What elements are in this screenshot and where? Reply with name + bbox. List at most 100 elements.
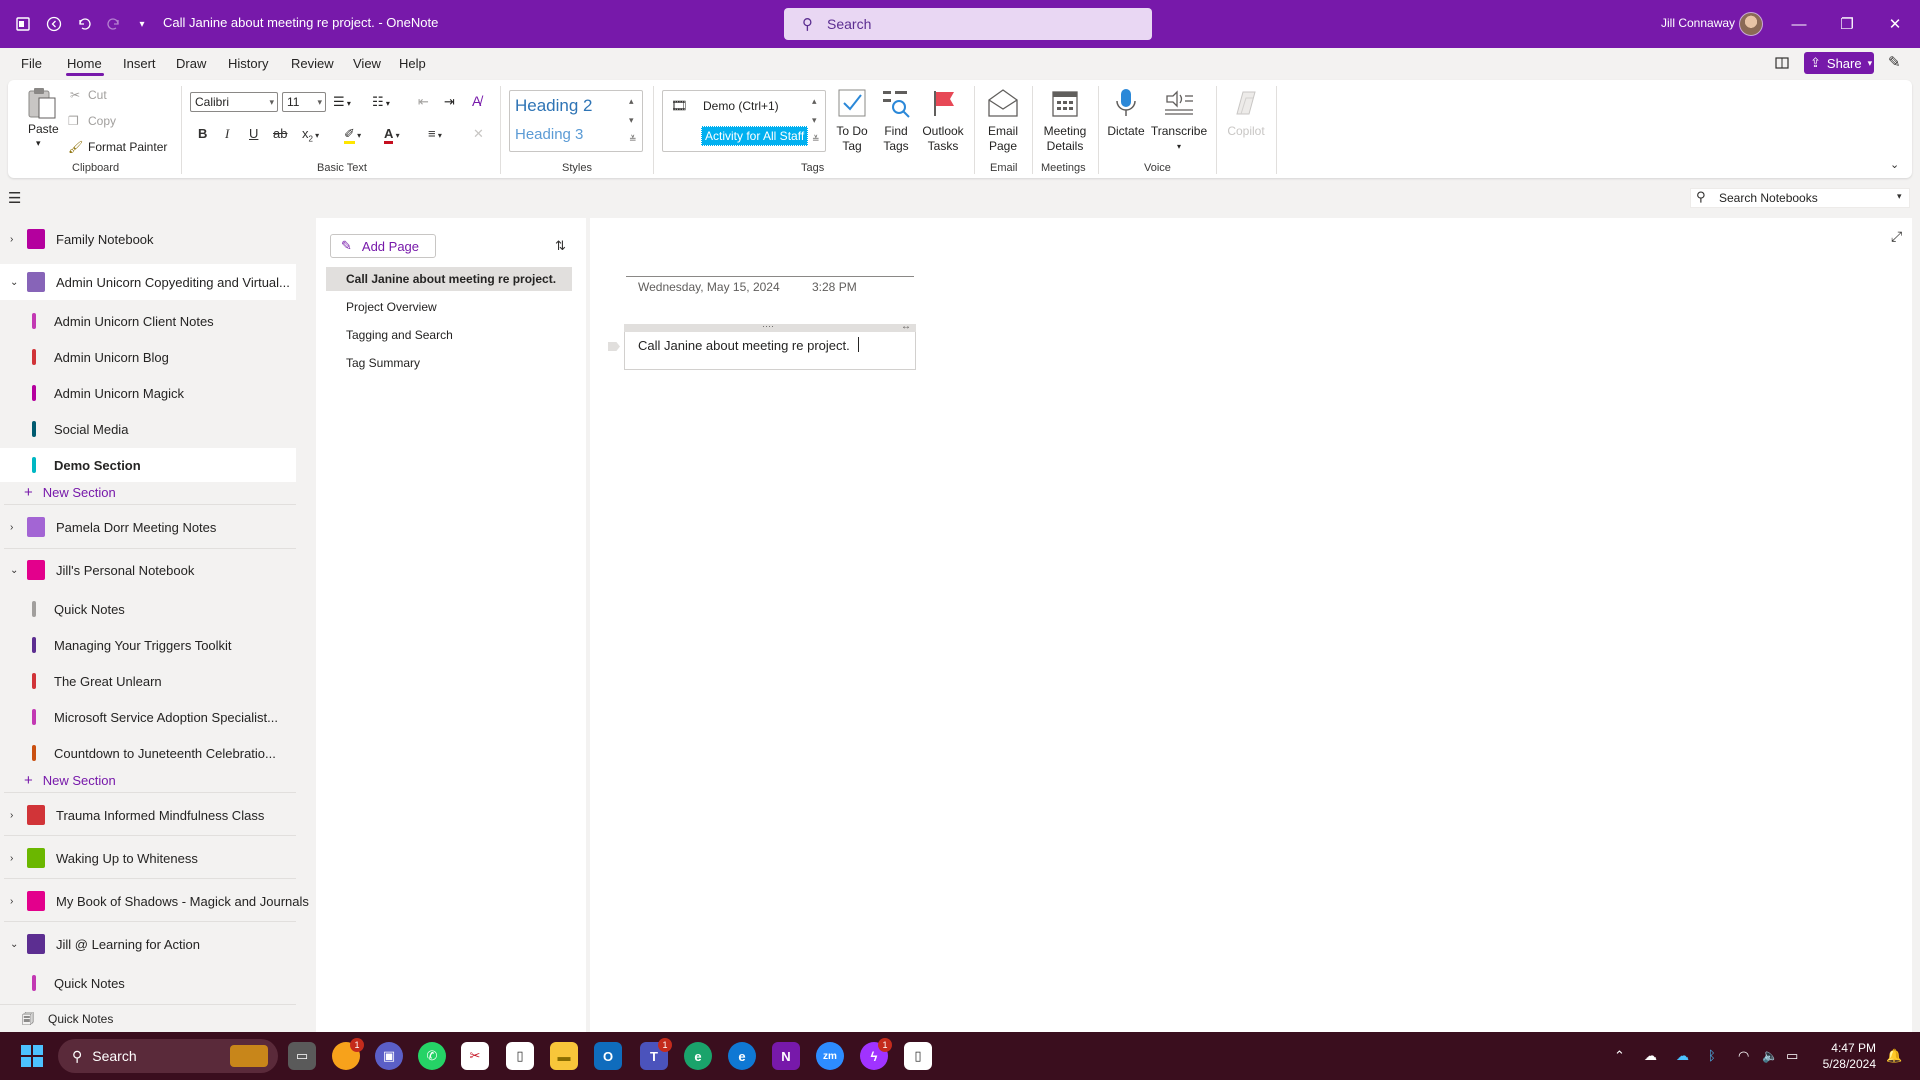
file-explorer-icon[interactable]: ▬ <box>550 1042 578 1070</box>
new-section-button[interactable]: + New Section <box>24 772 116 789</box>
tag-activity-for-all-staff[interactable]: Activity for All Staff <box>701 126 809 146</box>
notebook-pamela-dorr[interactable]: › Pamela Dorr Meeting Notes <box>0 509 296 545</box>
snip-icon[interactable]: ✂ <box>461 1042 489 1070</box>
new-section-button[interactable]: + New Section <box>24 484 116 501</box>
chevron-up-icon[interactable]: ⌃ <box>1614 1048 1625 1064</box>
meeting-details-button[interactable]: Meeting Details <box>1040 84 1090 154</box>
teams-icon[interactable]: ▣ <box>375 1042 403 1070</box>
zoom-icon[interactable]: zm <box>816 1042 844 1070</box>
file-icon[interactable]: ▯ <box>506 1042 534 1070</box>
document-icon[interactable]: ▯ <box>904 1042 932 1070</box>
restore-icon[interactable]: ❐ <box>1835 12 1859 36</box>
notebook-book-of-shadows[interactable]: › My Book of Shadows - Magick and Journa… <box>0 883 309 919</box>
taskbar-search[interactable]: ⚲ Search <box>58 1039 278 1073</box>
task-view-icon[interactable]: ▭ <box>288 1042 316 1070</box>
wifi-icon[interactable]: ◠ <box>1738 1048 1749 1064</box>
section-admin-unicorn-magick[interactable]: Admin Unicorn Magick <box>0 376 296 410</box>
to-do-tag-button[interactable]: To Do Tag <box>834 84 870 154</box>
notebook-admin-unicorn[interactable]: ⌄ Admin Unicorn Copyediting and Virtual.… <box>0 264 296 300</box>
sort-icon[interactable]: ⇅ <box>555 238 566 254</box>
undo-icon[interactable] <box>70 10 98 38</box>
add-page-button[interactable]: ✎ Add Page <box>330 234 436 258</box>
minimize-icon[interactable]: — <box>1787 12 1811 36</box>
page-item[interactable]: Tag Summary <box>326 351 572 375</box>
onedrive-icon[interactable]: ☁ <box>1676 1048 1689 1064</box>
font-color-icon[interactable]: A ▾ <box>384 126 400 144</box>
teams-work-icon[interactable]: T1 <box>640 1038 672 1070</box>
section-juneteenth[interactable]: Countdown to Juneteenth Celebratio... <box>0 736 296 770</box>
dictate-button[interactable]: Dictate <box>1106 84 1146 139</box>
copilot-button[interactable]: Copilot <box>1224 84 1268 139</box>
app-icon[interactable]: 1 <box>332 1038 364 1070</box>
section-great-unlearn[interactable]: The Great Unlearn <box>0 664 296 698</box>
edge-icon[interactable]: e <box>684 1042 712 1070</box>
edge-dev-icon[interactable]: e <box>728 1042 756 1070</box>
search-notebooks-input[interactable]: Search Notebooks <box>1690 188 1910 208</box>
increase-indent-icon[interactable]: ⇥ <box>444 94 455 110</box>
section-demo-section[interactable]: Demo Section <box>0 448 296 482</box>
collapse-ribbon-icon[interactable]: ⌄ <box>1890 158 1899 171</box>
page-item[interactable]: Project Overview <box>326 295 572 319</box>
style-heading-3[interactable]: Heading 3 <box>515 126 583 143</box>
chevron-down-icon[interactable]: ▾ <box>1897 191 1902 202</box>
paste-icon[interactable] <box>26 86 58 119</box>
share-button[interactable]: ⇪ Share ▾ <box>1804 52 1874 74</box>
paste-button[interactable]: Paste <box>28 122 59 136</box>
windows-start-icon[interactable] <box>20 1044 44 1068</box>
feedback-icon[interactable]: ✎ <box>1888 53 1901 71</box>
whatsapp-icon[interactable]: ✆ <box>418 1042 446 1070</box>
tab-help[interactable]: Help <box>399 56 426 71</box>
avatar[interactable] <box>1739 12 1763 36</box>
tab-insert[interactable]: Insert <box>123 56 156 71</box>
section-microsoft-adoption[interactable]: Microsoft Service Adoption Specialist... <box>0 700 296 734</box>
numbering-icon[interactable]: ☷ ▾ <box>372 94 390 110</box>
bullets-icon[interactable]: ☰ ▾ <box>333 94 351 110</box>
bold-icon[interactable]: B <box>198 126 207 141</box>
styles-scroll-controls[interactable]: ▴ ▾ ≚ <box>629 92 637 149</box>
outlook-icon[interactable]: O <box>594 1042 622 1070</box>
notebook-waking-up[interactable]: › Waking Up to Whiteness <box>0 840 296 876</box>
format-painter-button[interactable]: Format Painter <box>88 140 167 154</box>
notebook-family-notebook[interactable]: › Family Notebook <box>0 221 296 257</box>
highlight-icon[interactable]: ✐ ▾ <box>344 126 361 144</box>
volume-icon[interactable]: 🔈 <box>1762 1048 1778 1064</box>
page-item[interactable]: Tagging and Search <box>326 323 572 347</box>
clear-formatting-icon[interactable]: A̸ <box>472 93 481 109</box>
tab-file[interactable]: File <box>21 56 42 71</box>
font-size-dropdown[interactable]: 11 ▾ <box>282 92 326 112</box>
tab-history[interactable]: History <box>228 56 268 71</box>
title-search-box[interactable]: ⚲ Search <box>784 8 1152 40</box>
cloud-icon[interactable]: ☁ <box>1644 1048 1657 1064</box>
notebook-jills-personal[interactable]: ⌄ Jill's Personal Notebook <box>0 552 296 588</box>
underline-icon[interactable]: U <box>249 126 258 141</box>
tag-demo[interactable]: Demo (Ctrl+1) <box>703 99 779 113</box>
customize-quick-access-icon[interactable]: ▾ <box>128 10 156 38</box>
cut-button[interactable]: Cut <box>88 88 107 102</box>
notification-bell-icon[interactable]: 🔔 <box>1886 1048 1902 1064</box>
section-admin-unicorn-client-notes[interactable]: Admin Unicorn Client Notes <box>0 304 296 338</box>
battery-icon[interactable]: ▭ <box>1786 1048 1798 1064</box>
onenote-icon[interactable]: N <box>772 1042 800 1070</box>
drag-handle-icon[interactable]: ···· <box>762 321 774 331</box>
tab-review[interactable]: Review <box>291 56 334 71</box>
decrease-indent-icon[interactable]: ⇤ <box>418 94 429 110</box>
back-icon[interactable] <box>40 10 68 38</box>
paste-dropdown-icon[interactable]: ▾ <box>36 138 41 149</box>
quick-notes-footer[interactable]: 🗐 Quick Notes <box>0 1004 296 1032</box>
immersive-reader-icon[interactable] <box>1774 55 1790 71</box>
section-quick-notes[interactable]: Quick Notes <box>0 592 296 626</box>
font-name-dropdown[interactable]: Calibri ▾ <box>190 92 278 112</box>
fullscreen-icon[interactable]: ⤢ <box>1891 228 1902 245</box>
italic-icon[interactable]: I <box>225 126 229 142</box>
tags-scroll-controls[interactable]: ▴ ▾ ≚ <box>812 92 820 149</box>
notebook-trauma-informed[interactable]: › Trauma Informed Mindfulness Class <box>0 797 296 833</box>
hamburger-menu-icon[interactable]: ☰ <box>8 189 21 207</box>
strikethrough-icon[interactable]: ab <box>273 126 287 141</box>
delete-icon[interactable]: ✕ <box>473 126 484 142</box>
style-heading-2[interactable]: Heading 2 <box>515 96 593 116</box>
find-tags-button[interactable]: Find Tags <box>880 84 912 154</box>
note-text[interactable]: Call Janine about meeting re project. <box>638 338 850 353</box>
system-clock[interactable]: 4:47 PM 5/28/2024 <box>1800 1040 1876 1072</box>
section-quick-notes[interactable]: Quick Notes <box>0 966 296 1000</box>
redo-icon[interactable] <box>100 10 128 38</box>
